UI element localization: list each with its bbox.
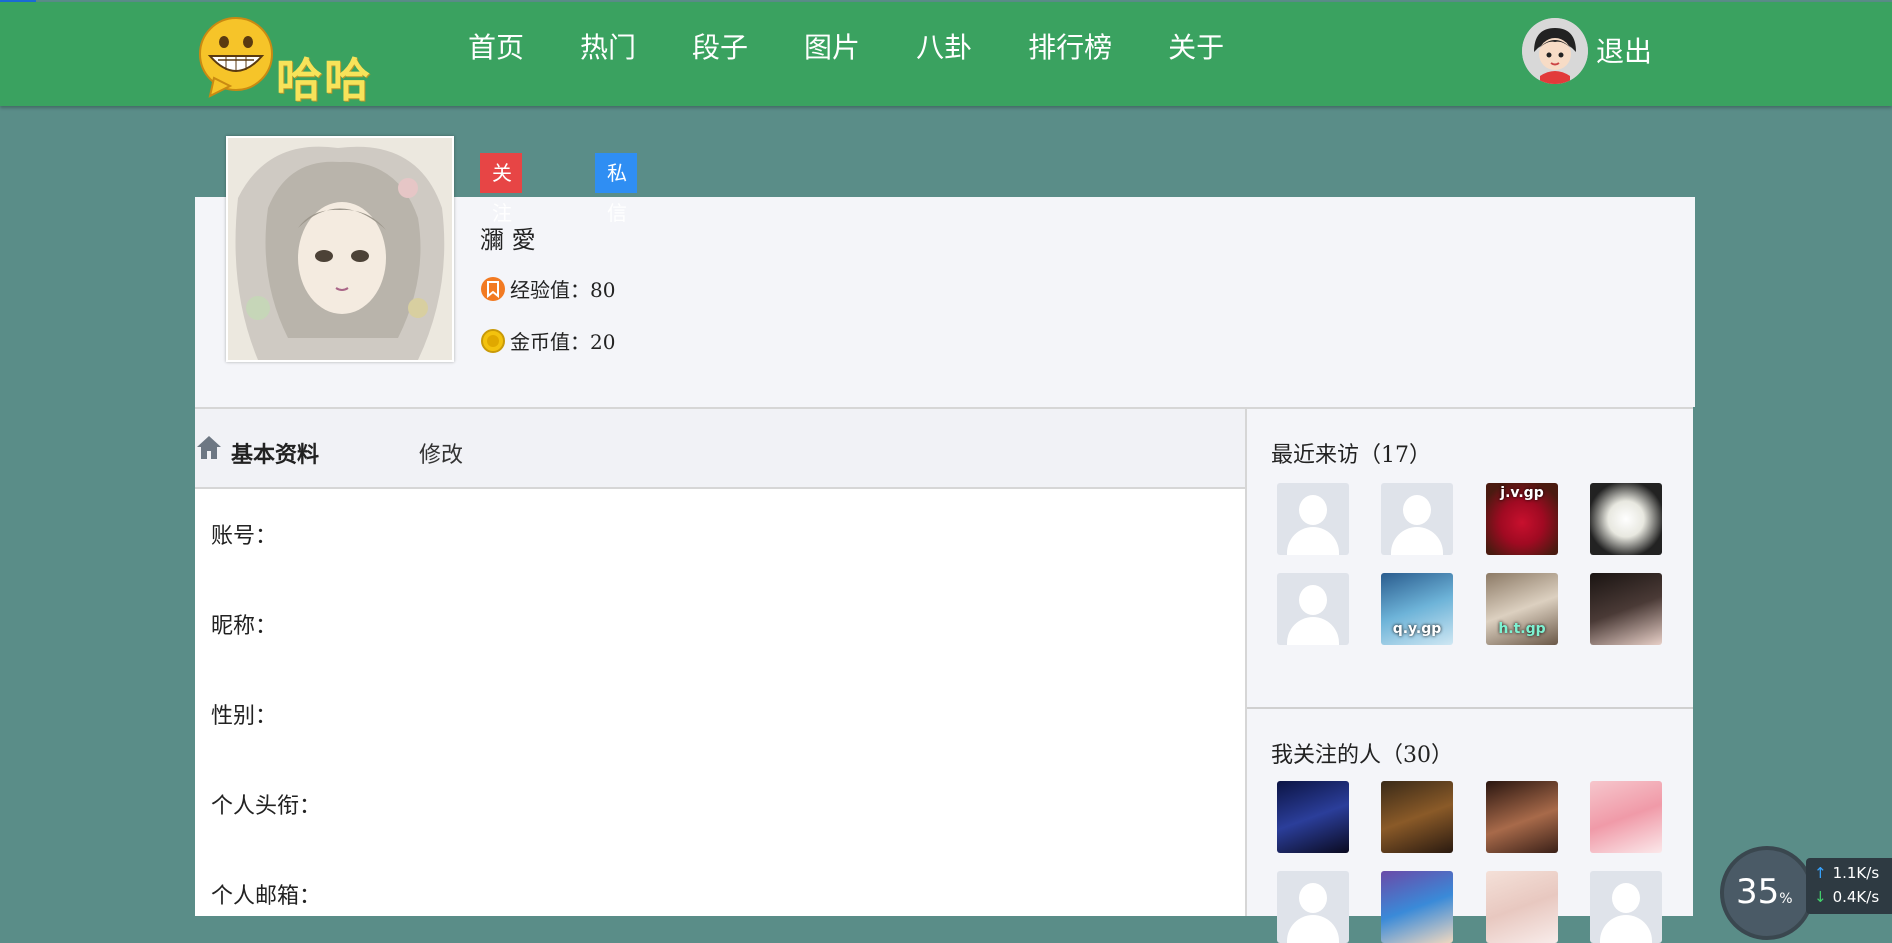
network-speed-box: ↑ 1.1K/s ↓ 0.4K/s bbox=[1806, 858, 1892, 914]
experience-stat: 经验值：80 bbox=[480, 274, 615, 303]
visitor-avatar[interactable]: q.y.gp bbox=[1381, 573, 1453, 645]
user-avatar[interactable] bbox=[1522, 18, 1588, 84]
main-nav: 首页 热门 段子 图片 八卦 排行榜 关于 bbox=[440, 2, 1252, 94]
nav-hot[interactable]: 热门 bbox=[552, 2, 664, 94]
nav-gossip[interactable]: 八卦 bbox=[888, 2, 1000, 94]
avatar-watermark: h.t.gp bbox=[1498, 621, 1546, 637]
cartoon-avatar-icon bbox=[1522, 18, 1588, 84]
nav-pictures[interactable]: 图片 bbox=[776, 2, 888, 94]
following-avatar[interactable] bbox=[1381, 871, 1453, 943]
logout-link[interactable]: 退出 bbox=[1596, 30, 1652, 70]
visitor-avatar[interactable] bbox=[1381, 483, 1453, 555]
upload-arrow-icon: ↑ bbox=[1814, 864, 1827, 882]
message-button[interactable]: 私信 bbox=[595, 153, 637, 225]
field-nickname-label: 昵称： bbox=[211, 614, 278, 639]
follow-button[interactable]: 关注 bbox=[480, 153, 522, 225]
profile-photo bbox=[226, 136, 454, 362]
anime-girl-portrait bbox=[228, 138, 452, 360]
avatar-watermark: j.v.gp bbox=[1500, 485, 1544, 501]
following-avatar[interactable] bbox=[1590, 781, 1662, 853]
site-logo[interactable]: 哈哈 bbox=[196, 16, 376, 107]
coins-text: 金币值：20 bbox=[510, 330, 616, 354]
sidebar: 最近来访（17） j.v.gp q.y.gp h.t.gp 我关注的人（30） bbox=[1245, 407, 1693, 943]
nav-jokes[interactable]: 段子 bbox=[664, 2, 776, 94]
home-icon bbox=[197, 436, 221, 459]
avatar-watermark: q.y.gp bbox=[1392, 621, 1442, 637]
info-tabbar: 基本资料 修改 bbox=[195, 409, 1245, 489]
logo-text: 哈哈 bbox=[276, 53, 372, 107]
field-email-label: 个人邮箱： bbox=[211, 884, 322, 909]
following-title: 我关注的人（30） bbox=[1271, 743, 1453, 768]
visitor-avatar[interactable]: j.v.gp bbox=[1486, 483, 1558, 555]
following-avatar[interactable] bbox=[1590, 871, 1662, 943]
visitor-avatar[interactable]: h.t.gp bbox=[1486, 573, 1558, 645]
coins-stat: 金币值：20 bbox=[480, 326, 615, 355]
profile-username: 瀰 愛 bbox=[480, 226, 536, 254]
following-avatar[interactable] bbox=[1486, 781, 1558, 853]
following-avatar[interactable] bbox=[1486, 871, 1558, 943]
nav-home[interactable]: 首页 bbox=[440, 2, 552, 94]
basic-info-panel: 基本资料 修改 账号： 昵称： 性别： 个人头衔： 个人邮箱： bbox=[195, 407, 1245, 916]
field-title-label: 个人头衔： bbox=[211, 794, 322, 819]
following-avatar[interactable] bbox=[1381, 781, 1453, 853]
gold-coin-icon bbox=[481, 328, 505, 353]
speed-percent: 35% bbox=[1736, 872, 1793, 912]
experience-badge-icon bbox=[481, 276, 505, 301]
grin-face-icon bbox=[199, 17, 273, 98]
field-account-label: 账号： bbox=[211, 524, 278, 549]
following-avatar[interactable] bbox=[1277, 871, 1349, 943]
nav-ranking[interactable]: 排行榜 bbox=[1000, 2, 1140, 94]
field-gender-label: 性别： bbox=[211, 704, 278, 729]
download-speed: ↓ 0.4K/s bbox=[1814, 888, 1880, 906]
experience-text: 经验值：80 bbox=[510, 278, 616, 302]
tab-edit[interactable]: 修改 bbox=[419, 437, 463, 469]
visitor-avatar[interactable] bbox=[1590, 573, 1662, 645]
recent-visitors-title: 最近来访（17） bbox=[1271, 443, 1431, 468]
tab-basic-info[interactable]: 基本资料 bbox=[231, 437, 319, 469]
top-navbar: 哈哈 首页 热门 段子 图片 八卦 排行榜 关于 退出 bbox=[0, 2, 1892, 107]
upload-speed: ↑ 1.1K/s bbox=[1814, 864, 1880, 882]
sidebar-divider bbox=[1247, 707, 1693, 709]
nav-about[interactable]: 关于 bbox=[1140, 2, 1252, 94]
visitor-avatar[interactable] bbox=[1277, 573, 1349, 645]
visitor-avatar[interactable] bbox=[1590, 483, 1662, 555]
visitor-avatar[interactable] bbox=[1277, 483, 1349, 555]
following-avatar[interactable] bbox=[1277, 781, 1349, 853]
download-arrow-icon: ↓ bbox=[1814, 888, 1827, 906]
